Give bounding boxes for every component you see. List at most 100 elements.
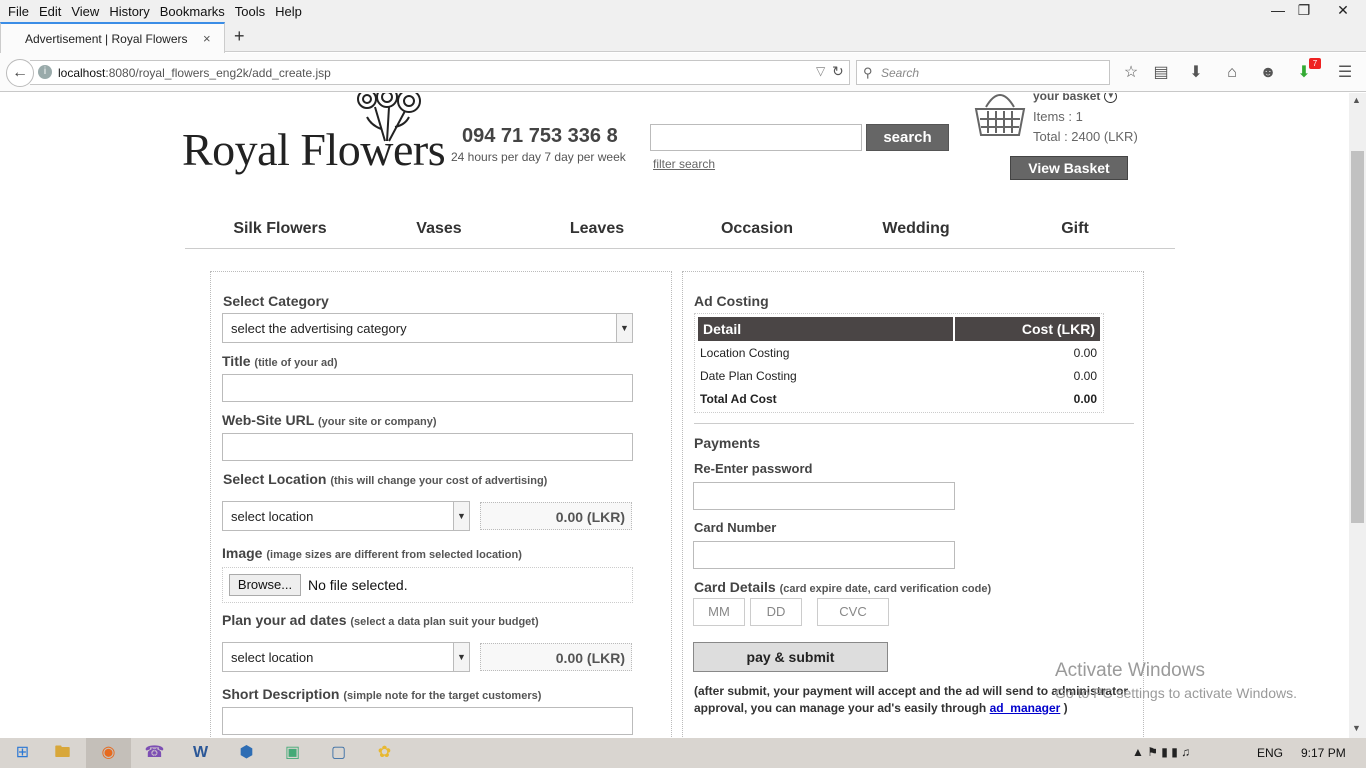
search-button[interactable]: search: [866, 124, 949, 151]
page-scrollbar[interactable]: ▲ ▼: [1349, 93, 1366, 738]
file-explorer-icon[interactable]: 🖿: [40, 738, 85, 768]
menu-bar: File Edit View History Bookmarks Tools H…: [0, 0, 1366, 22]
virtualbox-icon[interactable]: ⬢: [224, 738, 269, 768]
url-dropdown-icon[interactable]: ▽: [816, 64, 825, 78]
nav-vases[interactable]: Vases: [359, 220, 519, 238]
home-icon[interactable]: ⌂: [1222, 63, 1242, 83]
site-info-icon[interactable]: i: [38, 65, 52, 79]
tab-advertisement[interactable]: Advertisement | Royal Flowers ×: [0, 22, 225, 53]
cvc-input[interactable]: CVC: [817, 598, 889, 626]
windows-taskbar: ⊞ 🖿 ◉ ☎ W ⬢ ▣ ▢ ✿ ▲ ⚑ ▮ ▮ ♫ ENG 9:17 PM: [0, 738, 1366, 768]
url-label: Web-Site URL (your site or company): [222, 412, 437, 428]
new-tab-icon[interactable]: +: [234, 26, 245, 47]
row-label-location: Location Costing: [700, 346, 790, 360]
phone-number: 094 71 753 336 8: [462, 125, 618, 147]
menu-help[interactable]: Help: [271, 4, 306, 19]
nav-gift[interactable]: Gift: [995, 220, 1155, 238]
filter-search-link[interactable]: filter search: [653, 157, 715, 171]
title-input[interactable]: [222, 374, 633, 402]
column-header-cost: Cost (LKR): [955, 317, 1100, 341]
nav-occasion[interactable]: Occasion: [677, 220, 837, 238]
pay-submit-button[interactable]: pay & submit: [693, 642, 888, 672]
menu-bookmarks[interactable]: Bookmarks: [156, 4, 229, 19]
downloads-icon[interactable]: ⬇: [1186, 63, 1206, 83]
chevron-down-icon: ▼: [453, 643, 469, 671]
remote-desktop-icon[interactable]: ▢: [316, 738, 361, 768]
chevron-down-icon[interactable]: ▼: [1104, 93, 1118, 104]
title-label: Title (title of your ad): [222, 353, 338, 369]
scroll-up-icon[interactable]: ▲: [1352, 95, 1361, 105]
basket-label: your basket ▼: [1033, 93, 1118, 104]
location-select[interactable]: select location ▼: [222, 501, 470, 531]
card-details-label: Card Details (card expire date, card ver…: [694, 579, 992, 595]
website-url-input[interactable]: [222, 433, 633, 461]
viber-icon[interactable]: ☎: [132, 738, 177, 768]
nav-wedding[interactable]: Wedding: [836, 220, 996, 238]
service-hours: 24 hours per day 7 day per week: [451, 150, 626, 164]
expiry-month-input[interactable]: MM: [693, 598, 745, 626]
view-basket-button[interactable]: View Basket: [1010, 156, 1128, 180]
notification-badge: 7: [1309, 58, 1321, 69]
back-button[interactable]: ←: [6, 59, 34, 87]
divider: [694, 423, 1134, 424]
basket-total: Total : 2400 (LKR): [1033, 129, 1138, 144]
plan-select[interactable]: select location ▼: [222, 642, 470, 672]
reload-icon[interactable]: ↻: [832, 63, 844, 80]
nav-leaves[interactable]: Leaves: [517, 220, 677, 238]
short-description-input[interactable]: [222, 707, 633, 735]
menu-tools[interactable]: Tools: [231, 4, 269, 19]
paint-icon[interactable]: ✿: [362, 738, 407, 768]
menu-view[interactable]: View: [67, 4, 103, 19]
plan-select-value: select location: [231, 650, 314, 665]
plan-label: Plan your ad dates (select a data plan s…: [222, 612, 539, 628]
location-cost: 0.00 (LKR): [480, 502, 632, 530]
photos-icon[interactable]: ▣: [270, 738, 315, 768]
ad-costing-title: Ad Costing: [694, 293, 769, 309]
password-input[interactable]: [693, 482, 955, 510]
ad-manager-link[interactable]: ad_manager: [990, 701, 1061, 715]
menu-edit[interactable]: Edit: [35, 4, 65, 19]
tab-title: Advertisement | Royal Flowers: [25, 32, 188, 46]
windows-start-icon[interactable]: ⊞: [0, 738, 45, 768]
royal-flowers-logo[interactable]: Royal Flowers: [182, 123, 446, 176]
card-number-input[interactable]: [693, 541, 955, 569]
reading-list-icon[interactable]: ▤: [1151, 63, 1171, 83]
scrollbar-thumb[interactable]: [1351, 151, 1364, 523]
hamburger-menu-icon[interactable]: ☰: [1335, 63, 1355, 83]
nav-silk-flowers[interactable]: Silk Flowers: [200, 220, 360, 238]
close-tab-icon[interactable]: ×: [203, 31, 211, 46]
system-tray-icons[interactable]: ▲ ⚑ ▮ ▮ ♫: [1132, 745, 1190, 759]
location-label: Select Location (this will change your c…: [223, 471, 548, 487]
row-value-total: 0.00: [1073, 392, 1097, 406]
chevron-down-icon: ▼: [616, 314, 632, 342]
plan-cost: 0.00 (LKR): [480, 643, 632, 671]
site-search-input[interactable]: [650, 124, 862, 151]
browser-search-input[interactable]: ⚲ Search: [856, 60, 1110, 85]
menu-history[interactable]: History: [105, 4, 153, 19]
bookmark-star-icon[interactable]: ☆: [1121, 63, 1141, 83]
restore-icon[interactable]: ❐: [1291, 0, 1317, 20]
image-file-input: Browse... No file selected.: [222, 567, 633, 603]
expiry-day-input[interactable]: DD: [750, 598, 802, 626]
url-bar[interactable]: i localhost:8080/royal_flowers_eng2k/add…: [30, 60, 850, 85]
row-value-location: 0.00: [1073, 346, 1097, 360]
minimize-icon[interactable]: —: [1265, 0, 1291, 20]
close-window-icon[interactable]: ✕: [1324, 0, 1362, 20]
menu-file[interactable]: File: [4, 4, 33, 19]
card-number-label: Card Number: [694, 520, 777, 535]
language-indicator[interactable]: ENG: [1257, 746, 1283, 760]
activate-windows-watermark: Activate Windows: [1055, 660, 1205, 681]
browse-button[interactable]: Browse...: [229, 574, 301, 596]
chat-icon[interactable]: ☻: [1258, 63, 1278, 83]
image-label: Image (image sizes are different from se…: [222, 545, 522, 561]
word-icon[interactable]: W: [178, 738, 223, 768]
basket-icon[interactable]: [974, 93, 1026, 139]
category-select[interactable]: select the advertising category ▼: [222, 313, 633, 343]
firefox-icon[interactable]: ◉: [86, 738, 131, 768]
taskbar-clock[interactable]: 9:17 PM: [1301, 746, 1346, 760]
row-label-total: Total Ad Cost: [700, 392, 777, 406]
navigation-toolbar: i localhost:8080/royal_flowers_eng2k/add…: [0, 53, 1366, 92]
scroll-down-icon[interactable]: ▼: [1352, 723, 1361, 733]
category-select-value: select the advertising category: [231, 321, 407, 336]
category-label: Select Category: [223, 293, 329, 309]
